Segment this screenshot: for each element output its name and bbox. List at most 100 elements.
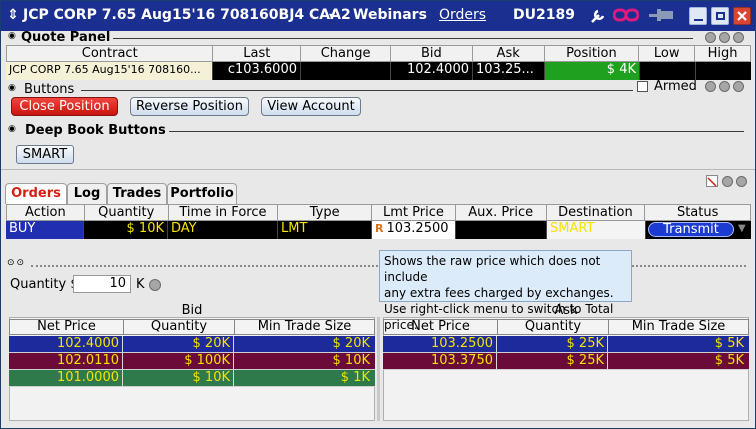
collapse-chevron-icon[interactable]: ◉ [8, 83, 16, 93]
view-account-button[interactable]: View Account [261, 97, 361, 116]
panel-controls [705, 32, 744, 43]
bid-qty: $ 10K [123, 370, 234, 386]
col-change[interactable]: Change [301, 46, 391, 61]
armed-checkbox[interactable] [637, 81, 648, 92]
col-status[interactable]: Status [645, 205, 750, 220]
collapse-chevron-icon[interactable]: ⊙⊙ [7, 258, 26, 268]
tab-orders[interactable]: Orders [5, 183, 67, 204]
tab-trades[interactable]: Trades [107, 183, 167, 204]
ask-row[interactable]: 103.3750 $ 25K $ 5K [383, 353, 749, 370]
bid-min: $ 20K [332, 336, 370, 351]
position-cell: $ 4K [545, 62, 640, 80]
col-destination[interactable]: Destination [547, 205, 646, 220]
col-net-price[interactable]: Net Price [10, 320, 124, 334]
col-aux-price[interactable]: Aux. Price [456, 205, 547, 220]
minimize-button[interactable] [689, 7, 707, 25]
action-cell[interactable]: BUY [6, 221, 84, 239]
close-position-button[interactable]: Close Position [11, 97, 118, 116]
tab-portfolio[interactable]: Portfolio [167, 183, 237, 204]
close-icon[interactable] [736, 176, 747, 187]
sort-arrows-icon[interactable]: ⇕ [7, 7, 19, 23]
aux-price-cell[interactable] [456, 221, 547, 239]
col-quantity[interactable]: Quantity [124, 320, 235, 334]
bid-price: 102.4000 [9, 336, 123, 352]
orders-empty-area [1, 239, 755, 255]
ask-price: 103.2500 [383, 336, 497, 352]
close-icon[interactable] [733, 32, 744, 43]
col-type[interactable]: Type [278, 205, 373, 220]
quantity-input[interactable]: 10 [73, 275, 131, 293]
smart-button[interactable]: SMART [16, 145, 74, 164]
link-icon[interactable] [612, 7, 640, 27]
bid-cell[interactable]: 102.4000 [391, 62, 473, 80]
bid-row[interactable]: 102.0110 $ 100K $ 10K [9, 353, 375, 370]
col-action[interactable]: Action [7, 205, 85, 220]
bid-price: 102.0110 [9, 353, 123, 369]
close-icon[interactable] [733, 81, 744, 92]
collapse-chevron-icon[interactable]: ◉ [8, 31, 16, 41]
quantity-cell[interactable]: $ 10K [84, 221, 168, 239]
contract-cell[interactable]: JCP CORP 7.65 Aug15'16 708160... [6, 62, 213, 80]
destination-cell[interactable]: SMART [547, 221, 646, 239]
quote-row[interactable]: JCP CORP 7.65 Aug15'16 708160... c103.60… [6, 62, 751, 80]
lock-icon[interactable] [719, 81, 730, 92]
bid-price: 101.0000 [9, 370, 123, 386]
type-cell[interactable]: LMT [278, 221, 372, 239]
pin-icon[interactable] [647, 7, 677, 27]
low-cell [640, 62, 696, 80]
orders-header-row: Action Quantity Time in Force Type Lmt P… [6, 204, 751, 221]
quote-panel-title: Quote Panel [21, 30, 111, 45]
bid-header-row: Net Price Quantity Min Trade Size [9, 319, 375, 335]
quantity-label: Quantity $ [10, 277, 79, 292]
col-position[interactable]: Position [545, 46, 640, 61]
bid-row[interactable]: 102.4000 $ 20K $ 20K [9, 336, 375, 353]
tooltip-line: Use right-click menu to switch to Total … [384, 302, 614, 332]
wrench-icon[interactable] [589, 7, 607, 29]
armed-label: Armed [654, 79, 697, 94]
divider [113, 38, 693, 39]
col-quantity[interactable]: Quantity [85, 205, 169, 220]
lmt-price-value: 103.2500 [386, 221, 449, 236]
settings-icon[interactable] [705, 32, 716, 43]
ask-cell[interactable]: 103.25... [473, 62, 545, 80]
bid-row[interactable]: 101.0000 $ 10K $ 1K [9, 370, 375, 387]
col-ask[interactable]: Ask [473, 46, 545, 61]
webinars-link[interactable]: Webinars [353, 7, 427, 23]
col-min-trade-size[interactable]: Min Trade Size [609, 320, 748, 334]
no-print-icon[interactable] [706, 175, 718, 187]
order-row[interactable]: BUY $ 10K DAY LMT R 103.2500 SMART Trans… [6, 221, 751, 239]
col-last[interactable]: Last [213, 46, 302, 61]
deep-book-title: Deep Book Buttons [25, 123, 166, 138]
spinner-icon[interactable] [149, 279, 161, 291]
tab-log[interactable]: Log [67, 183, 107, 204]
splitter-handle[interactable] [377, 317, 380, 421]
col-high[interactable]: High [695, 46, 750, 61]
collapse-chevron-icon[interactable]: ◉ [8, 124, 16, 134]
last-cell: c103.6000 [213, 62, 301, 80]
contract-symbol[interactable]: JCP CORP 7.65 Aug15'16 708160BJ4 CAA2 [23, 7, 351, 23]
col-time-in-force[interactable]: Time in Force [169, 205, 279, 220]
tif-cell[interactable]: DAY [168, 221, 278, 239]
transmit-button[interactable]: Transmit [648, 222, 734, 237]
raw-price-badge: R [375, 222, 384, 235]
col-low[interactable]: Low [639, 46, 696, 61]
maximize-button[interactable] [711, 7, 729, 25]
settings-icon[interactable] [722, 176, 733, 187]
tooltip-line: Shows the raw price which does not inclu… [384, 254, 601, 284]
col-lmt-price[interactable]: Lmt Price [372, 205, 456, 220]
tooltip-line: any extra fees charged by exchanges. [384, 286, 614, 300]
col-contract[interactable]: Contract [7, 46, 214, 61]
chevron-down-icon[interactable]: ▼ [738, 222, 746, 238]
buttons-panel-title: Buttons [24, 82, 75, 97]
close-window-button[interactable] [733, 7, 751, 25]
reverse-position-button[interactable]: Reverse Position [130, 97, 249, 116]
settings-icon[interactable] [705, 81, 716, 92]
raw-price-tooltip: Shows the raw price which does not inclu… [379, 250, 632, 332]
orders-link[interactable]: Orders [439, 7, 486, 23]
lmt-price-cell[interactable]: R 103.2500 [372, 221, 456, 239]
ask-row[interactable]: 103.2500 $ 25K $ 5K [383, 336, 749, 353]
col-bid[interactable]: Bid [391, 46, 473, 61]
col-min-trade-size[interactable]: Min Trade Size [235, 320, 374, 334]
chevron-down-icon[interactable]: ▾ [329, 11, 334, 22]
lock-icon[interactable] [719, 32, 730, 43]
